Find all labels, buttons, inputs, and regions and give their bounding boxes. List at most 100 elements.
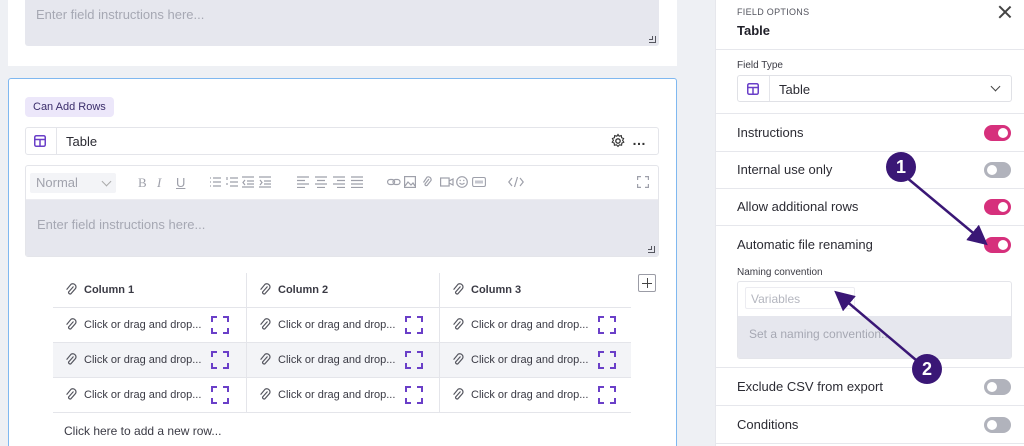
instructions-textarea[interactable]: Enter field instructions here... (26, 200, 658, 256)
rich-text-editor[interactable]: Normal B I U Enter field instructions he… (25, 165, 659, 257)
field-type-value: Table (779, 82, 811, 97)
upload-prompt: Click or drag and drop... (278, 354, 396, 366)
column-header[interactable]: Column 1 (53, 273, 246, 307)
emoji-icon[interactable] (456, 176, 468, 188)
file-upload-cell[interactable]: Click or drag and drop... (246, 378, 439, 412)
outdent-icon[interactable] (242, 176, 255, 188)
table-field-card[interactable]: Can Add Rows Table … Normal B I U Enter … (8, 78, 677, 446)
upload-prompt: Click or drag and drop... (471, 354, 589, 366)
add-row-link[interactable]: Click here to add a new row... (64, 424, 221, 438)
option-label: Internal use only (737, 162, 833, 177)
expand-icon[interactable] (211, 351, 229, 369)
field-type-select[interactable]: Table (737, 75, 1012, 102)
close-icon[interactable] (998, 5, 1012, 19)
panel-title: Table (737, 23, 770, 38)
paperclip-icon (453, 353, 464, 365)
option-internal-use: Internal use only (716, 151, 1024, 189)
file-upload-cell[interactable]: Click or drag and drop... (246, 343, 439, 377)
expand-icon[interactable] (405, 386, 423, 404)
paperclip-icon (453, 388, 464, 400)
internal-use-toggle[interactable] (984, 162, 1011, 178)
fullscreen-icon[interactable] (637, 176, 649, 188)
conditions-toggle[interactable] (984, 417, 1011, 433)
bold-button[interactable]: B (138, 175, 147, 191)
indent-icon[interactable] (259, 176, 272, 188)
expand-icon[interactable] (211, 316, 229, 334)
gear-icon[interactable] (610, 133, 626, 149)
upload-prompt: Click or drag and drop... (278, 319, 396, 331)
column-header-label: Column 3 (471, 284, 522, 296)
attachment-icon[interactable] (422, 176, 432, 188)
allow-rows-toggle[interactable] (984, 199, 1011, 215)
option-exclude-csv: Exclude CSV from export (716, 368, 1024, 406)
file-upload-cell[interactable]: Click or drag and drop... (53, 378, 246, 412)
video-icon[interactable] (440, 176, 454, 188)
paperclip-icon (453, 283, 464, 295)
option-instructions: Instructions (716, 114, 1024, 152)
annotation-marker: 2 (912, 354, 942, 384)
table-row: Click or drag and drop... Click or drag a… (53, 343, 631, 378)
annotation-marker: 1 (886, 152, 916, 182)
table-header-row: Column 1 Column 2 Column 3 (53, 273, 631, 308)
paperclip-icon (260, 388, 271, 400)
code-icon[interactable] (508, 176, 524, 188)
column-header[interactable]: Column 2 (246, 273, 439, 307)
instructions-toggle[interactable] (984, 125, 1011, 141)
upload-prompt: Click or drag and drop... (471, 389, 589, 401)
resize-handle-icon[interactable] (649, 36, 656, 43)
naming-convention-input[interactable]: Set a naming convention... (738, 316, 1011, 358)
link-icon[interactable] (387, 176, 401, 188)
variables-select[interactable]: Variables (745, 287, 855, 309)
expand-icon[interactable] (405, 316, 423, 334)
form-canvas: Enter field instructions here... Can Add… (0, 0, 688, 446)
align-right-icon[interactable] (333, 176, 346, 188)
more-options-icon[interactable]: … (632, 132, 647, 148)
naming-editor[interactable]: Variables Set a naming convention... (737, 281, 1012, 359)
paperclip-icon (260, 353, 271, 365)
paperclip-icon (260, 283, 271, 295)
option-file-renaming: Automatic file renaming (716, 226, 1024, 264)
field-name-bar[interactable]: Table … (25, 127, 659, 155)
option-conditions: Conditions (716, 406, 1024, 444)
bullet-list-icon[interactable] (209, 176, 222, 188)
column-header-label: Column 2 (278, 284, 329, 296)
file-renaming-toggle[interactable] (984, 237, 1011, 253)
align-justify-icon[interactable] (351, 176, 364, 188)
file-upload-cell[interactable]: Click or drag and drop... (439, 378, 632, 412)
instructions-textarea[interactable]: Enter field instructions here... (25, 0, 659, 46)
align-left-icon[interactable] (297, 176, 310, 188)
chevron-down-icon (101, 176, 112, 187)
gif-icon[interactable] (472, 176, 486, 188)
upload-prompt: Click or drag and drop... (278, 389, 396, 401)
underline-button[interactable]: U (176, 175, 185, 190)
numbered-list-icon[interactable] (226, 176, 239, 188)
align-center-icon[interactable] (315, 176, 328, 188)
expand-icon[interactable] (598, 316, 616, 334)
upload-prompt: Click or drag and drop... (471, 319, 589, 331)
exclude-csv-toggle[interactable] (984, 379, 1011, 395)
file-upload-cell[interactable]: Click or drag and drop... (53, 308, 246, 342)
expand-icon[interactable] (211, 386, 229, 404)
naming-convention-section: Naming convention Variables Set a naming… (716, 263, 1024, 368)
add-row-row[interactable]: Click here to add a new row... (53, 413, 631, 446)
option-label: Instructions (737, 125, 804, 140)
upload-prompt: Click or drag and drop... (84, 354, 202, 366)
chevron-down-icon (990, 81, 1001, 92)
image-icon[interactable] (404, 176, 416, 188)
column-header[interactable]: Column 3 (439, 273, 632, 307)
file-upload-cell[interactable]: Click or drag and drop... (439, 343, 632, 377)
expand-icon[interactable] (598, 351, 616, 369)
add-column-button[interactable] (638, 274, 656, 292)
italic-button[interactable]: I (157, 175, 161, 191)
field-name[interactable]: Table (66, 134, 97, 149)
file-upload-cell[interactable]: Click or drag and drop... (246, 308, 439, 342)
format-select[interactable]: Normal (30, 173, 116, 193)
file-upload-cell[interactable]: Click or drag and drop... (439, 308, 632, 342)
option-label: Exclude CSV from export (737, 379, 883, 394)
chevron-down-icon (840, 292, 850, 302)
field-type-label: Field Type (737, 60, 783, 71)
resize-handle-icon[interactable] (648, 246, 655, 253)
expand-icon[interactable] (598, 386, 616, 404)
file-upload-cell[interactable]: Click or drag and drop... (53, 343, 246, 377)
expand-icon[interactable] (405, 351, 423, 369)
